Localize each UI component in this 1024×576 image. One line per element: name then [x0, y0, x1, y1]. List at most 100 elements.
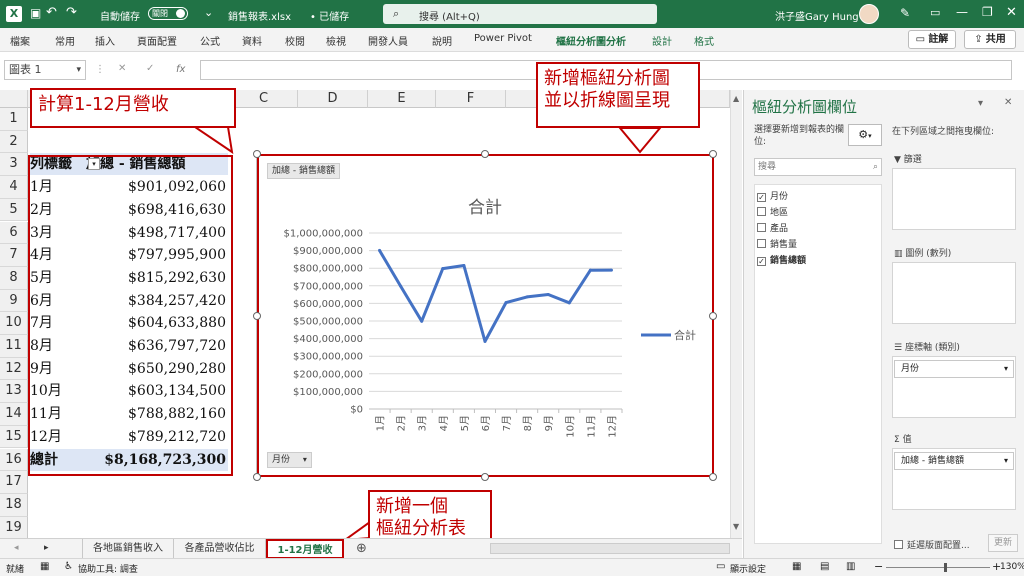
sheet-tab[interactable]: 各地區銷售收入	[82, 539, 174, 559]
close-icon[interactable]: ✕	[1006, 5, 1017, 20]
scroll-up-icon[interactable]: ▲	[733, 94, 739, 103]
tools-button[interactable]: ⚙▾	[848, 124, 882, 146]
row-header[interactable]: 8	[0, 266, 28, 290]
avatar[interactable]	[859, 4, 879, 24]
tab-insert[interactable]: 插入	[95, 33, 115, 48]
resize-handle[interactable]	[709, 473, 717, 481]
tab-file[interactable]: 檔案	[10, 33, 30, 48]
field-search-input[interactable]: 搜尋 ⌕	[754, 158, 882, 176]
tab-data[interactable]: 資料	[242, 33, 262, 48]
restore-icon[interactable]: ❐	[982, 5, 993, 19]
tab-home[interactable]: 常用	[55, 33, 75, 48]
column-header[interactable]: E	[368, 90, 436, 108]
scroll-down-icon[interactable]: ▼	[733, 522, 739, 531]
filters-zone[interactable]	[892, 168, 1016, 230]
field-item-product[interactable]: 產品	[757, 221, 788, 234]
redo-icon[interactable]: ↷	[66, 5, 77, 20]
row-header[interactable]: 5	[0, 198, 28, 222]
add-sheet-icon[interactable]: ⊕	[356, 541, 367, 556]
resize-handle[interactable]	[253, 150, 261, 158]
row-header[interactable]: 15	[0, 425, 28, 449]
update-button[interactable]: 更新	[988, 534, 1018, 552]
row-header[interactable]: 16	[0, 448, 28, 472]
tab-page-layout[interactable]: 頁面配置	[137, 33, 177, 48]
resize-handle[interactable]	[481, 150, 489, 158]
row-header[interactable]: 17	[0, 471, 28, 494]
checkbox[interactable]	[757, 223, 766, 232]
saved-status[interactable]: • 已儲存	[310, 8, 349, 23]
column-header[interactable]: C	[230, 90, 298, 108]
save-icon[interactable]: ▣	[30, 6, 41, 20]
zoom-level[interactable]: 130%	[1000, 562, 1024, 572]
field-item-sales-total[interactable]: ✓ 銷售總額	[757, 253, 806, 266]
tab-review[interactable]: 校閱	[285, 33, 305, 48]
resize-handle[interactable]	[253, 312, 261, 320]
field-item-month[interactable]: ✓ 月份	[757, 189, 788, 202]
pane-options-icon[interactable]: ▾	[978, 98, 983, 109]
resize-handle[interactable]	[481, 473, 489, 481]
customize-qat-icon[interactable]: ⌄	[204, 6, 213, 19]
pen-icon[interactable]: ✎	[900, 6, 910, 20]
row-header[interactable]: 3	[0, 153, 28, 177]
checkbox-checked[interactable]: ✓	[757, 193, 766, 202]
defer-layout-checkbox[interactable]: 延遲版面配置...	[894, 538, 970, 551]
tab-formulas[interactable]: 公式	[200, 33, 220, 48]
row-header[interactable]: 7	[0, 244, 28, 267]
row-header[interactable]: 12	[0, 357, 28, 381]
row-header[interactable]: 4	[0, 176, 28, 199]
row-header[interactable]: 1	[0, 108, 28, 131]
accessibility-icon[interactable]: ♿	[64, 561, 73, 572]
column-header[interactable]: D	[298, 90, 368, 108]
insert-function-icon[interactable]: fx	[176, 64, 185, 75]
row-header[interactable]: 2	[0, 130, 28, 154]
user-name[interactable]: 洪子盛Gary Hung	[775, 8, 859, 23]
search-box[interactable]: ⌕ 搜尋 (Alt+Q)	[383, 4, 657, 24]
tab-power-pivot[interactable]: Power Pivot	[474, 33, 532, 44]
row-header[interactable]: 10	[0, 312, 28, 335]
tab-pivotchart-analyze[interactable]: 樞紐分析圖分析	[556, 33, 626, 48]
row-header[interactable]: 18	[0, 493, 28, 517]
scroll-right-icon[interactable]: ▸	[44, 543, 49, 553]
scrollbar-vertical[interactable]: ▲ ▼	[730, 90, 742, 538]
macro-icon[interactable]: ▦	[40, 561, 49, 572]
name-box[interactable]: 圖表 1 ▾	[4, 60, 86, 80]
tab-help[interactable]: 說明	[432, 33, 452, 48]
checkbox[interactable]	[757, 207, 766, 216]
row-header[interactable]: 11	[0, 335, 28, 358]
checkbox-checked[interactable]: ✓	[757, 257, 766, 266]
resize-handle[interactable]	[709, 150, 717, 158]
accessibility-status[interactable]: 協助工具: 調查	[78, 562, 138, 575]
row-header[interactable]: 6	[0, 221, 28, 245]
axis-field-pill[interactable]: 月份 ▾	[894, 360, 1014, 378]
minimize-icon[interactable]: —	[956, 5, 968, 19]
page-break-icon[interactable]: ▥	[846, 561, 855, 572]
tab-view[interactable]: 檢視	[326, 33, 346, 48]
normal-view-icon[interactable]: ▦	[792, 561, 801, 572]
sheet-tab-active[interactable]: 1-12月營收	[266, 539, 344, 559]
resize-handle[interactable]	[709, 312, 717, 320]
row-header[interactable]: 19	[0, 516, 28, 538]
column-header[interactable]: F	[436, 90, 506, 108]
values-field-pill[interactable]: 加總 - 銷售總額 ▾	[894, 452, 1014, 470]
enter-icon[interactable]: ✓	[146, 63, 154, 74]
cancel-icon[interactable]: ✕	[118, 63, 126, 74]
comments-button[interactable]: ▭ 註解	[908, 30, 956, 49]
zoom-out-icon[interactable]: −	[874, 560, 883, 573]
tab-format[interactable]: 格式	[694, 33, 714, 48]
scrollbar-horizontal[interactable]	[490, 543, 730, 554]
field-item-region[interactable]: 地區	[757, 205, 788, 218]
display-settings-icon[interactable]: ▭	[716, 561, 725, 572]
share-button[interactable]: ⇪ 共用	[964, 30, 1016, 49]
sheet-tab[interactable]: 各產品營收佔比	[174, 539, 266, 559]
legend-zone[interactable]	[892, 262, 1016, 324]
row-header[interactable]: 13	[0, 380, 28, 404]
checkbox[interactable]	[757, 239, 766, 248]
scroll-left-icon[interactable]: ◂	[14, 543, 19, 553]
resize-handle[interactable]	[253, 473, 261, 481]
zoom-thumb[interactable]	[944, 563, 947, 572]
undo-icon[interactable]: ↶	[46, 5, 57, 20]
zoom-slider[interactable]	[886, 563, 990, 572]
tab-design[interactable]: 設計	[652, 33, 672, 48]
select-all-corner[interactable]	[0, 90, 28, 108]
checkbox[interactable]	[894, 540, 903, 549]
